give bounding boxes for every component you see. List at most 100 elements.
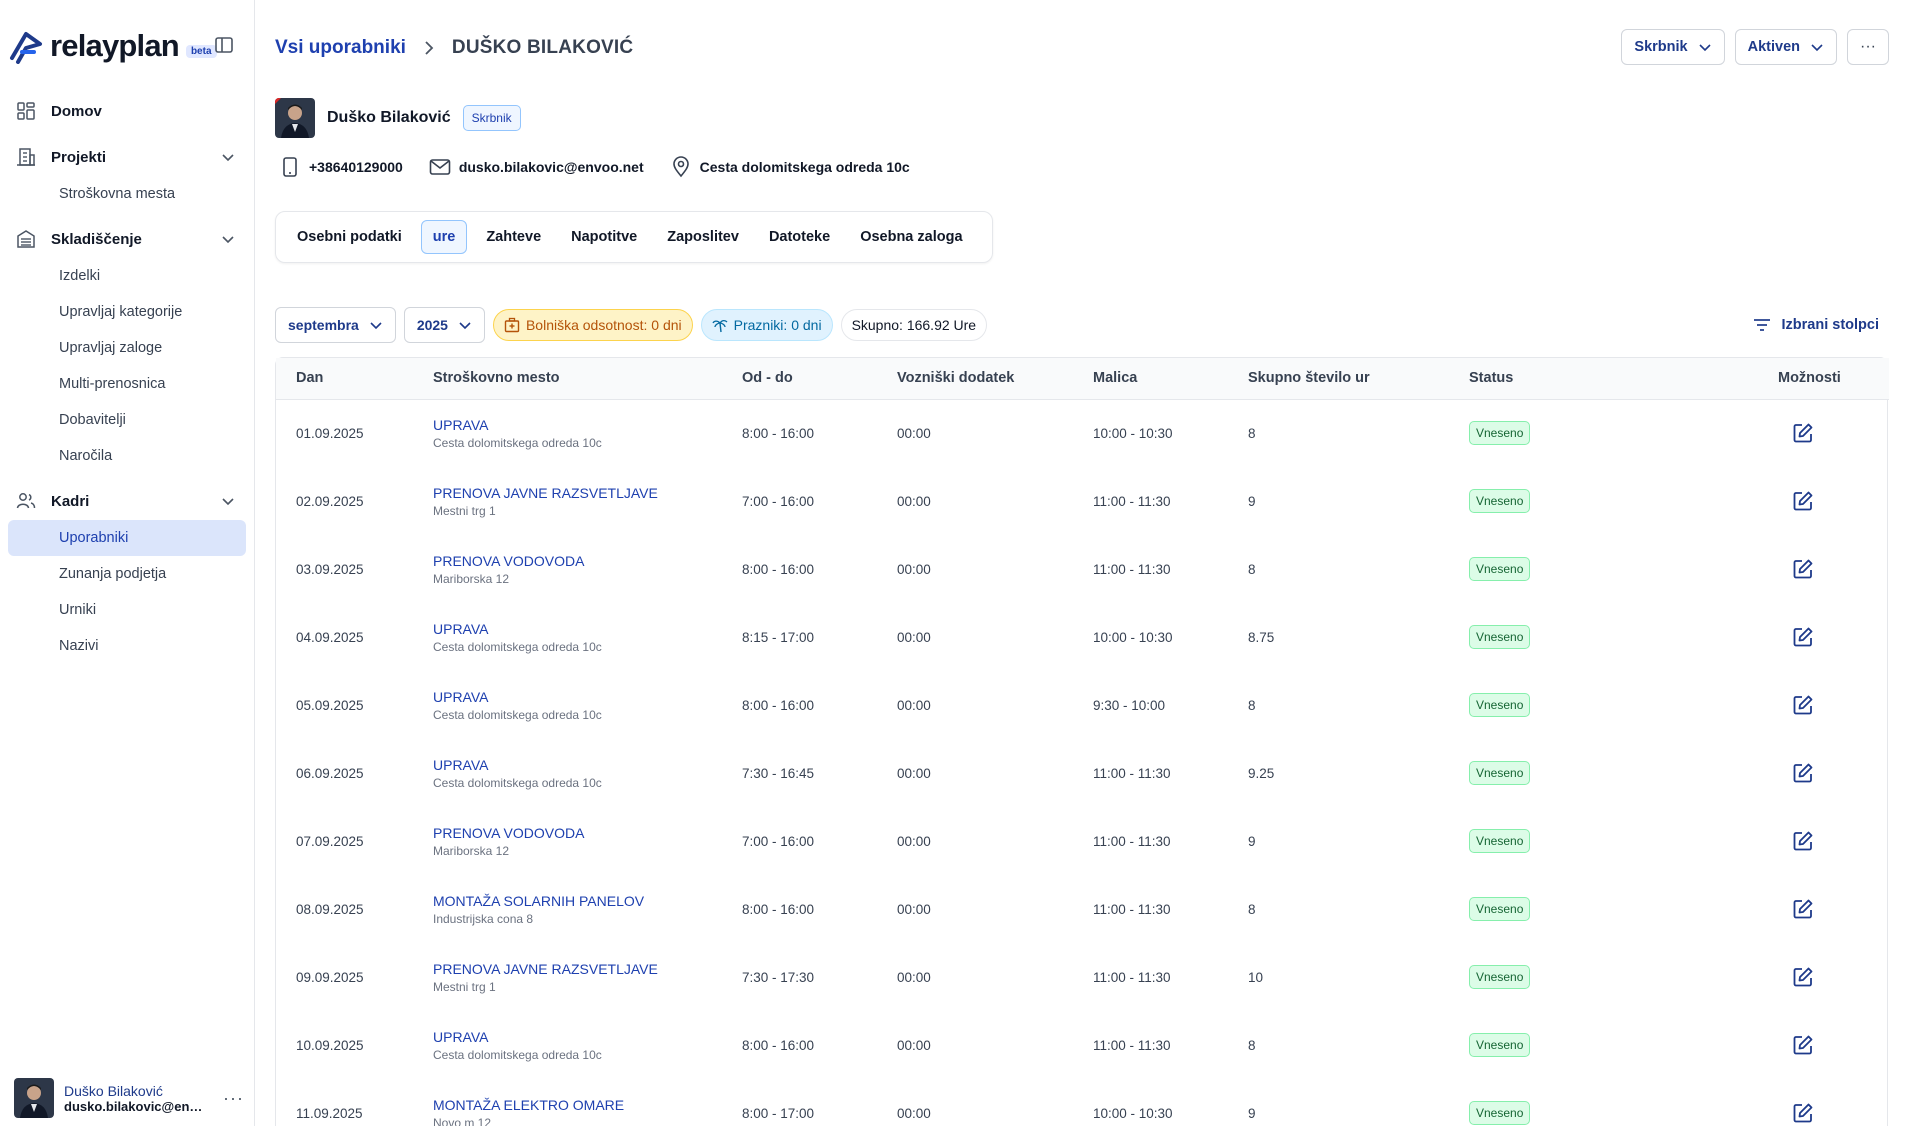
project-link[interactable]: PRENOVA JAVNE RAZSVETLJAVE	[433, 961, 702, 977]
cell-driver-allowance: 00:00	[897, 697, 931, 713]
edit-icon[interactable]	[1792, 966, 1814, 988]
sidebar-item-zunanja-podjetja[interactable]: Zunanja podjetja	[8, 556, 246, 592]
project-link[interactable]: UPRAVA	[433, 417, 702, 433]
role-dropdown[interactable]: Skrbnik	[1621, 29, 1725, 65]
edit-icon[interactable]	[1792, 1034, 1814, 1056]
year-dropdown[interactable]: 2025	[403, 307, 485, 343]
project-link[interactable]: MONTAŽA ELEKTRO OMARE	[433, 1097, 702, 1113]
column-header: Od - do	[722, 358, 877, 400]
cell-status: Vneseno	[1449, 943, 1758, 1011]
project-link[interactable]: UPRAVA	[433, 1029, 702, 1045]
grid-icon	[17, 102, 35, 120]
sidebar-user[interactable]: Duško Bilaković dusko.bilakovic@envoo.ne…	[14, 1078, 244, 1118]
project-link[interactable]: PRENOVA VODOVODA	[433, 825, 702, 841]
tab-osebni-podatki[interactable]: Osebni podatki	[286, 221, 413, 253]
breadcrumb-all-users[interactable]: Vsi uporabniki	[275, 37, 406, 59]
month-dropdown[interactable]: septembra	[275, 307, 396, 343]
page-title: DUŠKO BILAKOVIĆ	[451, 36, 634, 58]
status-badge: Vneseno	[1469, 1033, 1531, 1057]
cell-total-hours: 8.75	[1248, 629, 1275, 645]
selected-columns-button[interactable]: Izbrani stolpci	[1752, 307, 1879, 343]
sidebar-item-uporabniki[interactable]: Uporabniki	[8, 520, 246, 556]
sidebar-item-nazivi[interactable]: Nazivi	[8, 628, 246, 664]
cell-status: Vneseno	[1449, 875, 1758, 943]
project-link[interactable]: MONTAŽA SOLARNIH PANELOV	[433, 893, 702, 909]
cell-cost-center: PRENOVA JAVNE RAZSVETLJAVE Mestni trg 1	[413, 943, 722, 1011]
more-options-button[interactable]: ···	[1847, 29, 1889, 65]
sidebar-toggle-icon[interactable]	[214, 35, 234, 55]
cell-day: 01.09.2025	[296, 425, 364, 441]
sidebar-item-stroskovna-mesta[interactable]: Stroškovna mesta	[8, 176, 246, 212]
edit-icon[interactable]	[1792, 1102, 1814, 1124]
cell-lunch: 11:00 - 11:30	[1093, 765, 1171, 781]
cell-cost-center: PRENOVA VODOVODA Mariborska 12	[413, 807, 722, 875]
cell-total-hours: 9.25	[1248, 765, 1275, 781]
status-dropdown[interactable]: Aktiven	[1734, 29, 1837, 65]
edit-icon[interactable]	[1792, 898, 1814, 920]
status-badge: Vneseno	[1469, 693, 1531, 717]
project-link[interactable]: UPRAVA	[433, 689, 702, 705]
cell-time-range: 8:15 - 17:00	[742, 629, 815, 645]
cell-lunch: 10:00 - 10:30	[1093, 1105, 1173, 1121]
role-badge: Skrbnik	[462, 105, 521, 131]
project-link[interactable]: PRENOVA VODOVODA	[433, 553, 702, 569]
sidebar-nav: Domov Projekti Stroškovna mesta Skladišč…	[0, 92, 254, 664]
chevron-down-icon[interactable]	[220, 493, 236, 509]
status-badge: Vneseno	[1469, 625, 1531, 649]
sidebar-item-dobavitelji[interactable]: Dobavitelji	[8, 402, 246, 438]
tab-osebna-zaloga[interactable]: Osebna zaloga	[849, 221, 973, 253]
sidebar-section-domov[interactable]: Domov	[0, 92, 254, 130]
tab-zahteve[interactable]: Zahteve	[475, 221, 552, 253]
edit-icon[interactable]	[1792, 762, 1814, 784]
cell-day: 09.09.2025	[296, 969, 364, 985]
cell-status: Vneseno	[1449, 603, 1758, 671]
cell-total-hours: 8	[1248, 425, 1256, 441]
sidebar-section-skladiscenje[interactable]: Skladiščenje	[0, 220, 254, 258]
chevron-down-icon[interactable]	[220, 231, 236, 247]
edit-icon[interactable]	[1792, 558, 1814, 580]
sidebar-section-projekti[interactable]: Projekti	[0, 138, 254, 176]
logo[interactable]: relayplan beta	[0, 0, 254, 92]
cell-lunch: 11:00 - 11:30	[1093, 1037, 1171, 1053]
month-dropdown-label: septembra	[288, 317, 359, 333]
cell-options	[1758, 807, 1889, 875]
hours-table: Dan Stroškovno mesto Od - do Vozniški do…	[275, 357, 1889, 1126]
sidebar-item-multi-prenosnica[interactable]: Multi-prenosnica	[8, 366, 246, 402]
user-menu-button[interactable]: ···	[223, 1088, 244, 1109]
cell-options	[1758, 535, 1889, 603]
project-link[interactable]: PRENOVA JAVNE RAZSVETLJAVE	[433, 485, 702, 501]
warehouse-icon	[17, 230, 35, 248]
sidebar-item-izdelki[interactable]: Izdelki	[8, 258, 246, 294]
cell-day: 08.09.2025	[296, 901, 364, 917]
table-row: 08.09.2025 MONTAŽA SOLARNIH PANELOV Indust…	[276, 875, 1889, 943]
cell-total-hours: 8	[1248, 561, 1256, 577]
edit-icon[interactable]	[1792, 490, 1814, 512]
sidebar-item-narocila[interactable]: Naročila	[8, 438, 246, 474]
sidebar-item-upravljaj-kategorije[interactable]: Upravljaj kategorije	[8, 294, 246, 330]
sidebar-section-kadri[interactable]: Kadri	[0, 482, 254, 520]
tab-ure[interactable]: ure	[420, 220, 468, 254]
cell-driver-allowance: 00:00	[897, 629, 931, 645]
sidebar-item-urniki[interactable]: Urniki	[8, 592, 246, 628]
cell-driver-allowance: 00:00	[897, 561, 931, 577]
cell-status: Vneseno	[1449, 399, 1758, 467]
table-row: 11.09.2025 MONTAŽA ELEKTRO OMARE Novo m 12…	[276, 1079, 1889, 1126]
column-header: Dan	[276, 358, 413, 400]
edit-icon[interactable]	[1792, 626, 1814, 648]
project-address: Mariborska 12	[433, 571, 510, 586]
cell-cost-center: UPRAVA Cesta dolomitskega odreda 10c	[413, 739, 722, 807]
tab-zaposlitev[interactable]: Zaposlitev	[656, 221, 750, 253]
chevron-down-icon[interactable]	[220, 149, 236, 165]
sidebar-item-upravljaj-zaloge[interactable]: Upravljaj zaloge	[8, 330, 246, 366]
edit-icon[interactable]	[1792, 694, 1814, 716]
project-link[interactable]: UPRAVA	[433, 621, 702, 637]
cell-lunch: 11:00 - 11:30	[1093, 901, 1171, 917]
edit-icon[interactable]	[1792, 830, 1814, 852]
project-link[interactable]: UPRAVA	[433, 757, 702, 773]
tab-napotitve[interactable]: Napotitve	[560, 221, 648, 253]
cell-day: 11.09.2025	[296, 1105, 363, 1121]
avatar	[14, 1078, 54, 1118]
phone-number: +38640129000	[309, 159, 403, 175]
edit-icon[interactable]	[1792, 422, 1814, 444]
tab-datoteke[interactable]: Datoteke	[758, 221, 841, 253]
